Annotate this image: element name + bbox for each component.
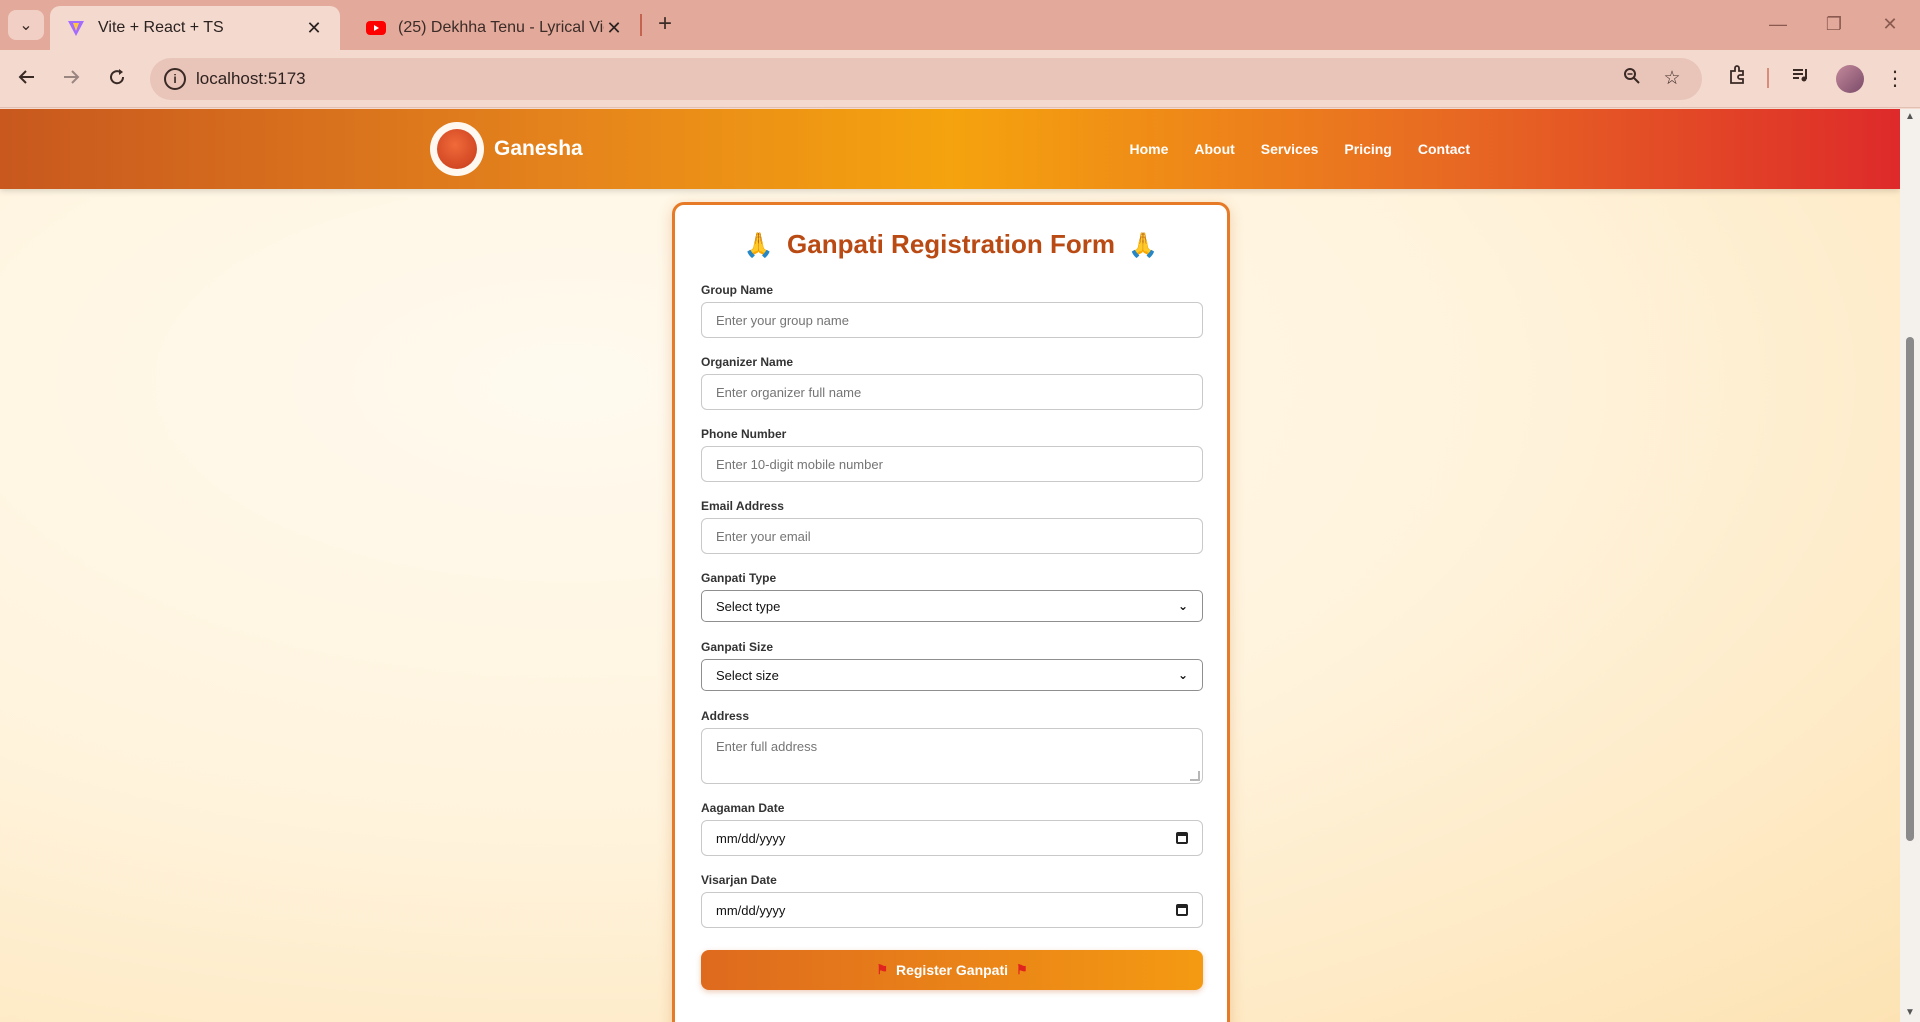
ganpati-type-value: Select type bbox=[716, 598, 781, 614]
forward-button[interactable] bbox=[56, 64, 86, 94]
browser-toolbar: i localhost:5173 ☆ ⋮ bbox=[0, 50, 1920, 108]
brand-name[interactable]: Ganesha bbox=[494, 137, 583, 161]
tab-title: (25) Dekhha Tenu - Lyrical Video bbox=[398, 19, 604, 36]
register-button-label: Register Ganpati bbox=[895, 962, 1009, 978]
email-input[interactable] bbox=[701, 518, 1203, 554]
scroll-down-icon[interactable]: ▼ bbox=[1904, 1007, 1916, 1018]
praying-hands-icon: 🙏 bbox=[743, 232, 774, 259]
nav-link-about[interactable]: About bbox=[1194, 141, 1234, 157]
praying-hands-icon: 🙏 bbox=[1128, 232, 1159, 259]
chevron-down-icon: ⌄ bbox=[19, 17, 33, 34]
registration-form-card: 🙏 Ganpati Registration Form 🙏 Group Name… bbox=[672, 202, 1230, 1022]
site-navbar: Ganesha Home About Services Pricing Cont… bbox=[0, 109, 1900, 189]
tab-youtube[interactable]: (25) Dekhha Tenu - Lyrical Video ✕ bbox=[350, 6, 640, 50]
visarjan-date-label: Visarjan Date bbox=[701, 873, 777, 887]
flag-icon: ⚑ bbox=[876, 962, 888, 977]
flag-icon: ⚑ bbox=[1016, 962, 1028, 977]
page-viewport: Ganesha Home About Services Pricing Cont… bbox=[0, 109, 1900, 1022]
tab-separator bbox=[640, 14, 642, 36]
close-tab-icon[interactable]: ✕ bbox=[304, 18, 324, 39]
group-name-label: Group Name bbox=[701, 283, 774, 297]
address-bar[interactable]: i localhost:5173 ☆ bbox=[150, 58, 1702, 100]
forward-arrow-icon bbox=[64, 70, 80, 84]
ganesha-logo-image bbox=[437, 129, 477, 169]
extensions-icon[interactable] bbox=[1722, 64, 1752, 94]
youtube-icon bbox=[366, 18, 386, 38]
toolbar-divider bbox=[1767, 68, 1769, 88]
group-name-input[interactable] bbox=[701, 302, 1203, 338]
scroll-up-icon[interactable]: ▲ bbox=[1904, 111, 1916, 122]
profile-avatar[interactable] bbox=[1836, 65, 1864, 93]
aagaman-date-input[interactable]: mm/dd/yyyy bbox=[701, 820, 1203, 856]
vite-icon bbox=[66, 18, 86, 38]
visarjan-date-input[interactable]: mm/dd/yyyy bbox=[701, 892, 1203, 928]
calendar-icon[interactable] bbox=[1176, 904, 1188, 916]
back-arrow-icon bbox=[18, 70, 34, 84]
tab-title: Vite + React + TS bbox=[98, 19, 224, 36]
nav-link-pricing[interactable]: Pricing bbox=[1344, 141, 1391, 157]
restore-button[interactable]: ❐ bbox=[1814, 10, 1854, 38]
more-menu-icon[interactable]: ⋮ bbox=[1880, 64, 1910, 94]
ganpati-size-value: Select size bbox=[716, 667, 779, 683]
ganpati-size-select[interactable]: Select size ⌄ bbox=[701, 659, 1203, 691]
nav-link-home[interactable]: Home bbox=[1129, 141, 1168, 157]
phone-number-label: Phone Number bbox=[701, 427, 787, 441]
ganesha-logo[interactable] bbox=[430, 122, 484, 176]
organizer-name-label: Organizer Name bbox=[701, 355, 794, 369]
phone-number-input[interactable] bbox=[701, 446, 1203, 482]
reload-button[interactable] bbox=[102, 64, 132, 94]
address-textarea[interactable]: Enter full address bbox=[701, 728, 1203, 784]
close-tab-icon[interactable]: ✕ bbox=[604, 18, 624, 39]
nav-link-services[interactable]: Services bbox=[1261, 141, 1319, 157]
register-ganpati-button[interactable]: ⚑ Register Ganpati ⚑ bbox=[701, 950, 1203, 990]
media-controls-icon[interactable] bbox=[1786, 64, 1816, 94]
back-button[interactable] bbox=[12, 64, 42, 94]
page-scrollbar[interactable]: ▲ ▼ bbox=[1900, 109, 1920, 1022]
organizer-name-input[interactable] bbox=[701, 374, 1203, 410]
form-title-text: Ganpati Registration Form bbox=[787, 229, 1115, 259]
window-close-button[interactable]: ✕ bbox=[1870, 10, 1910, 38]
chevron-down-icon: ⌄ bbox=[1177, 599, 1188, 613]
aagaman-date-label: Aagaman Date bbox=[701, 801, 785, 815]
email-address-label: Email Address bbox=[701, 499, 784, 513]
resize-handle-icon[interactable] bbox=[1190, 771, 1200, 781]
ganpati-size-label: Ganpati Size bbox=[701, 640, 774, 654]
reload-icon bbox=[110, 69, 125, 85]
address-placeholder: Enter full address bbox=[716, 739, 818, 754]
scroll-thumb[interactable] bbox=[1906, 337, 1914, 841]
form-title: 🙏 Ganpati Registration Form 🙏 bbox=[675, 229, 1227, 260]
url-text[interactable]: localhost:5173 bbox=[196, 69, 306, 89]
address-label: Address bbox=[701, 709, 750, 723]
ganpati-type-select[interactable]: Select type ⌄ bbox=[701, 590, 1203, 622]
calendar-icon[interactable] bbox=[1176, 832, 1188, 844]
nav-links: Home About Services Pricing Contact bbox=[1129, 141, 1470, 157]
zoom-icon[interactable] bbox=[1620, 67, 1644, 91]
tab-search-button[interactable]: ⌄ bbox=[8, 10, 44, 40]
minimize-button[interactable]: — bbox=[1758, 10, 1798, 38]
new-tab-button[interactable]: + bbox=[650, 10, 680, 40]
chevron-down-icon: ⌄ bbox=[1177, 668, 1188, 682]
aagaman-date-value: mm/dd/yyyy bbox=[716, 830, 786, 846]
visarjan-date-value: mm/dd/yyyy bbox=[716, 902, 786, 918]
site-info-icon[interactable]: i bbox=[164, 68, 186, 90]
tab-vite-react[interactable]: Vite + React + TS ✕ bbox=[50, 6, 340, 50]
browser-tab-bar: ⌄ Vite + React + TS ✕ (25) Dekhha Tenu -… bbox=[0, 0, 1920, 50]
nav-link-contact[interactable]: Contact bbox=[1418, 141, 1470, 157]
bookmark-star-icon[interactable]: ☆ bbox=[1660, 67, 1684, 91]
ganpati-type-label: Ganpati Type bbox=[701, 571, 777, 585]
